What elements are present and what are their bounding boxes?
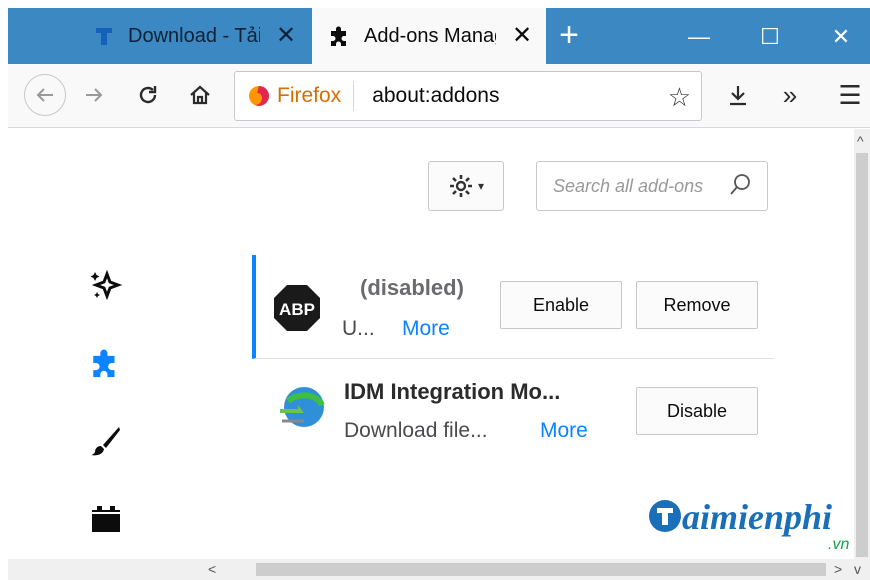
url-text[interactable]: about:addons bbox=[372, 84, 499, 108]
more-link[interactable]: More bbox=[402, 317, 450, 341]
disable-button[interactable]: Disable bbox=[636, 387, 758, 435]
navigation-toolbar: Firefox about:addons ☆ » ☰ bbox=[8, 64, 870, 128]
horizontal-scrollbar[interactable]: < > v bbox=[8, 559, 870, 580]
tab-download[interactable]: Download - Tải ✕ bbox=[76, 8, 308, 64]
themes-icon[interactable] bbox=[86, 421, 126, 461]
divider bbox=[353, 81, 355, 111]
more-link[interactable]: More bbox=[540, 419, 588, 443]
tab-close-icon[interactable]: ✕ bbox=[274, 24, 298, 48]
close-window-button[interactable]: ✕ bbox=[826, 22, 856, 52]
abp-icon: ABP bbox=[274, 285, 320, 331]
home-icon bbox=[190, 85, 210, 105]
gear-icon bbox=[449, 175, 472, 197]
minimize-button[interactable]: — bbox=[684, 22, 714, 52]
watermark-suffix: .vn bbox=[828, 536, 850, 553]
overflow-button[interactable]: » bbox=[772, 77, 808, 113]
recommendations-icon[interactable] bbox=[86, 265, 126, 305]
browser-window: Download - Tải ✕ Add-ons Manag ✕ + — ☐ ✕ bbox=[8, 8, 870, 580]
arrow-right-icon bbox=[86, 88, 103, 102]
tab-title: Download - Tải bbox=[128, 24, 260, 47]
puzzle-icon bbox=[328, 24, 352, 48]
tab-title: Add-ons Manag bbox=[364, 24, 496, 47]
addon-item[interactable]: IDM Integration Mo... Download file... M… bbox=[252, 367, 774, 447]
search-input[interactable] bbox=[553, 174, 723, 198]
tab-addons-manager[interactable]: Add-ons Manag ✕ bbox=[312, 8, 546, 64]
bookmark-star-icon[interactable]: ☆ bbox=[668, 82, 691, 113]
addons-content: ▾ ABP (disabled) U... More Enable Remove bbox=[8, 129, 870, 559]
taimienphi-favicon-icon bbox=[92, 24, 116, 48]
url-bar[interactable]: Firefox about:addons ☆ bbox=[234, 71, 702, 121]
scroll-thumb[interactable] bbox=[256, 563, 826, 576]
svg-text:ABP: ABP bbox=[279, 300, 315, 319]
reload-button[interactable] bbox=[130, 77, 166, 113]
firefox-icon bbox=[249, 86, 269, 106]
addon-name: (disabled) bbox=[360, 275, 464, 300]
remove-button[interactable]: Remove bbox=[636, 281, 758, 329]
scroll-left-icon[interactable]: < bbox=[208, 561, 216, 577]
tools-menu-button[interactable]: ▾ bbox=[428, 161, 504, 211]
home-button[interactable] bbox=[182, 77, 218, 113]
chevron-down-icon: ▾ bbox=[477, 179, 485, 193]
addon-name: IDM Integration Mo... bbox=[344, 379, 561, 404]
forward-button[interactable] bbox=[76, 77, 112, 113]
back-button[interactable] bbox=[24, 74, 66, 116]
addon-description: U... bbox=[342, 317, 375, 340]
taimienphi-logo-icon bbox=[649, 500, 681, 532]
menu-button[interactable]: ☰ bbox=[832, 77, 868, 113]
addon-search[interactable] bbox=[536, 161, 768, 211]
search-icon bbox=[730, 174, 750, 195]
enable-button[interactable]: Enable bbox=[500, 281, 622, 329]
arrow-left-icon bbox=[36, 88, 53, 102]
scroll-thumb[interactable] bbox=[856, 153, 868, 557]
reload-icon bbox=[139, 86, 157, 104]
tab-strip: Download - Tải ✕ Add-ons Manag ✕ + — ☐ ✕ bbox=[8, 8, 870, 64]
identity-label: Firefox bbox=[277, 84, 342, 107]
scroll-down-icon[interactable]: v bbox=[854, 561, 861, 577]
watermark-text: aimienphi bbox=[682, 497, 833, 537]
maximize-button[interactable]: ☐ bbox=[755, 22, 785, 52]
tab-close-icon[interactable]: ✕ bbox=[510, 24, 534, 48]
plugins-icon[interactable] bbox=[86, 499, 126, 539]
addon-item[interactable]: ABP (disabled) U... More Enable Remove bbox=[252, 255, 774, 359]
vertical-scrollbar[interactable]: ^ bbox=[854, 129, 870, 559]
watermark-logo: aimienphi bbox=[648, 496, 832, 538]
new-tab-button[interactable]: + bbox=[553, 18, 585, 52]
scroll-right-icon[interactable]: > bbox=[834, 561, 842, 577]
download-icon bbox=[730, 86, 746, 106]
downloads-button[interactable] bbox=[720, 77, 756, 113]
idm-icon bbox=[280, 387, 325, 427]
extensions-icon[interactable] bbox=[86, 343, 126, 383]
addon-description: Download file... bbox=[344, 419, 488, 442]
scroll-up-icon[interactable]: ^ bbox=[857, 133, 864, 149]
